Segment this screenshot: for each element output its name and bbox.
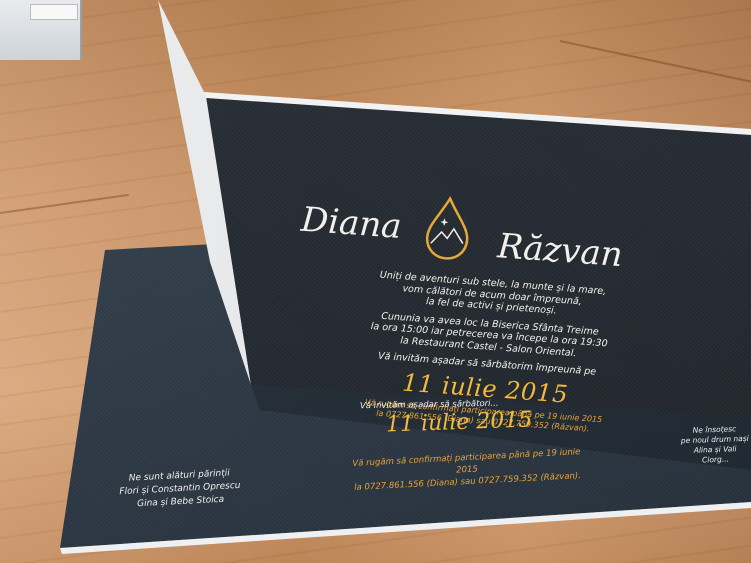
box-label xyxy=(30,4,78,20)
front-text-block: Diana Răzvan Uniți de aventuri sub stele… xyxy=(263,180,719,442)
name-razvan: Răzvan xyxy=(496,226,625,276)
photo-scene: Diana Răzvan Uniți de aventuri sub stele… xyxy=(0,0,751,563)
name-diana: Diana xyxy=(299,199,403,247)
drop-mountain-icon xyxy=(425,195,469,260)
background-box xyxy=(0,0,82,60)
